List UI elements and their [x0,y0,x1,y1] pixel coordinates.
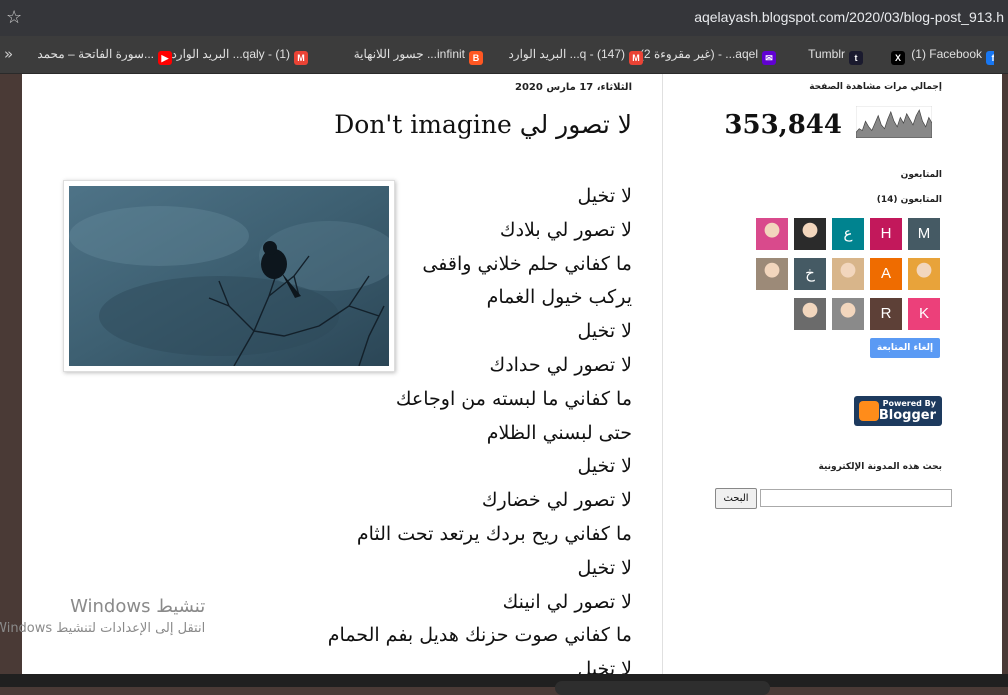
bookmark-label: Tumblr [808,47,845,61]
gmail-icon: M [629,51,643,65]
followers-section-title: المتابعون [900,170,942,180]
follower-avatar[interactable] [832,298,864,330]
poem-line: لا تخيل [577,320,632,343]
pageviews-title: إجمالي مرات مشاهدة الصفحة [809,82,942,92]
poem-line: يركب خيول الغمام [486,286,632,309]
bookmark-label: البريد الوارد ...qaly - (1) [171,47,290,61]
post-title[interactable]: لا تصور لي Don't imagine [334,110,632,139]
follower-avatar[interactable] [756,258,788,290]
taskbar [0,674,1008,687]
follower-avatar[interactable] [832,258,864,290]
search-title: بحث هذه المدونة الإلكترونية [818,462,942,472]
poem-line: ما كفاني حلم خلاني واقفى [422,252,632,275]
yahoo-mail-icon: ✉ [762,51,776,65]
bookmark-3[interactable]: (2 غير مقروءة) - ...aqel ✉ [640,47,776,65]
bookmark-label: (2 غير مقروءة) - ...aqel [639,47,758,61]
follower-avatar[interactable]: H [870,218,902,250]
follower-initial: K [918,305,929,322]
poem-line: لا تخيل [577,556,632,579]
sidebar: إجمالي مرات مشاهدة الصفحة 353,844 المتاب… [672,74,1002,674]
search-input[interactable] [760,489,952,507]
blogger-icon: B [469,51,483,65]
bookmarks-overflow-icon[interactable]: » [4,45,13,63]
followers-count: المتابعون (14) [876,195,942,205]
poem-line: لا تصور لي انينك [502,590,632,613]
gmail-icon: M [294,51,308,65]
follower-initial: A [880,265,891,282]
follower-avatar[interactable]: K [908,298,940,330]
follower-avatar[interactable]: R [870,298,902,330]
bookmarks-scroll-edge [994,41,1008,67]
poem-line: ما كفاني ما لبسته من اوجاعك [395,387,632,410]
bookmark-6[interactable]: البريد الوارد ...qaly - (1) M [171,47,308,65]
bookmark-label: البريد الوارد ...q - (147) [508,47,625,61]
follower-initial: H [880,225,892,242]
follower-initial: خ [805,265,815,282]
bookmark-0[interactable]: (1) Facebook f [911,47,1000,65]
powered-by-blogger-badge[interactable]: Powered By Blogger [854,396,942,426]
poem-line: ما كفاني ريح بردك يرتعد تحت الثام [356,522,632,545]
poem-line: لا تصور لي بلادك [499,218,632,241]
powered-by-text: Powered By [882,399,936,408]
poem-line: حتى لبسني الظلام [486,421,632,444]
blogger-logo-icon [859,401,879,421]
poem-line: لا تخيل [577,185,632,207]
tumblr-icon: t [849,51,863,65]
follower-avatar[interactable]: M [908,218,940,250]
follower-avatar[interactable] [756,218,788,250]
search-button[interactable]: البحث [715,488,757,509]
follower-avatar[interactable] [794,298,826,330]
bookmarks-bar: » (1) Facebook f X Tumblr t (2 غير مقروءة) - … [0,36,1008,74]
follower-avatar[interactable]: خ [794,258,826,290]
follower-initial: R [880,305,892,322]
follower-avatar[interactable] [908,258,940,290]
follower-avatar[interactable] [794,218,826,250]
follower-avatar[interactable]: ع [832,218,864,250]
poem-line: لا تصور لي خضارك [481,489,632,512]
poem-line: ما كفاني صوت حزنك هديل بفم الحمام [327,624,632,647]
bookmark-5[interactable]: جسور اللانهاية ...infinit B [354,47,483,65]
pageviews-sparkline [856,106,932,138]
bookmark-label: جسور اللانهاية ...infinit [353,47,465,61]
poem-line: لا تخيل [577,455,632,478]
bookmark-label: سورة الفاتحة – محمد... [37,47,154,61]
column-divider [662,74,663,674]
browser-address-bar: ☆ aqelayash.blogspot.com/2020/03/blog-po… [0,0,1008,36]
bookmark-label: (1) Facebook [911,47,982,61]
youtube-icon: ▶ [158,51,172,65]
watermark-line2: انتقل إلى الإعدادات لتنشيط Windows. [0,621,206,636]
bookmark-7[interactable]: سورة الفاتحة – محمد... ▶ [37,47,172,65]
post-date: الثلاثاء، 17 مارس 2020 [515,82,632,93]
bookmark-star-icon[interactable]: ☆ [6,7,22,28]
unfollow-button[interactable]: إلغاء المتابعة [870,338,940,358]
blogger-text: Blogger [878,408,936,423]
windows-activation-watermark: تنشيط Windows انتقل إلى الإعدادات لتنشيط… [0,596,205,636]
follower-initial: M [917,225,931,242]
post-column: الثلاثاء، 17 مارس 2020 لا تصور لي Don't … [22,74,662,680]
poem-text: لا تخيل لا تصور لي بلادك ما كفاني حلم خلان… [302,180,632,687]
x-icon: X [891,51,905,65]
follower-avatar[interactable]: A [870,258,902,290]
poem-line: لا تصور لي حدادك [489,353,632,376]
blog-page: الثلاثاء، 17 مارس 2020 لا تصور لي Don't … [22,74,1002,680]
bookmark-4[interactable]: البريد الوارد ...q - (147) M [508,47,643,65]
pageviews-count: 353,844 [724,110,842,140]
watermark-line1: تنشيط Windows [70,596,206,617]
bookmark-1[interactable]: X [887,47,905,65]
taskbar-search-pill[interactable] [555,681,770,695]
follower-initial: ع [843,225,853,242]
url-text[interactable]: aqelayash.blogspot.com/2020/03/blog-post… [694,9,1004,25]
bookmark-2[interactable]: Tumblr t [808,47,863,65]
